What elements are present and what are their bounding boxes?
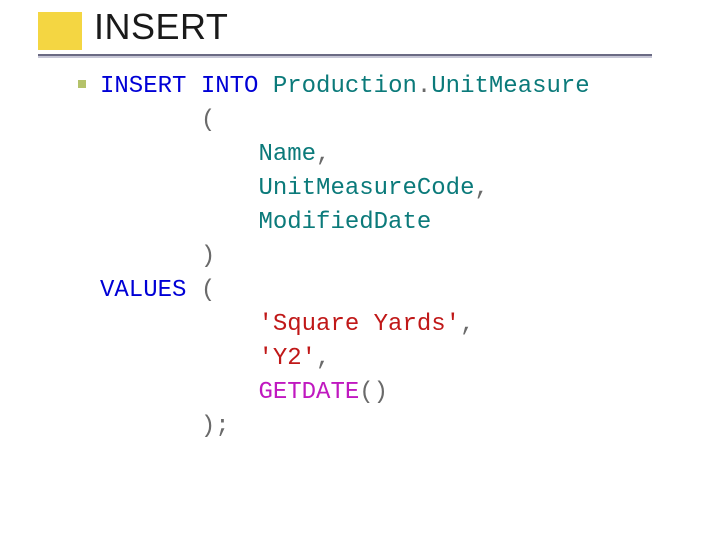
open-paren-2: (: [201, 277, 215, 304]
slide: INSERT INSERT INTO Production.UnitMeasur…: [0, 0, 720, 540]
column-name-2: UnitMeasureCode: [258, 175, 474, 202]
column-name-3: ModifiedDate: [258, 209, 431, 236]
schema-name: Production: [273, 73, 417, 100]
comma-4: ,: [316, 345, 330, 372]
title-accent-box: [38, 12, 82, 50]
string-literal-1: 'Square Yards': [258, 311, 460, 338]
title-rule-light: [38, 56, 652, 58]
function-parens: (): [359, 379, 388, 406]
comma-3: ,: [460, 311, 474, 338]
sql-code-block: INSERT INTO Production.UnitMeasure ( Nam…: [100, 70, 590, 444]
keyword-values: VALUES: [100, 277, 186, 304]
dot-operator: .: [417, 73, 431, 100]
close-paren: ): [201, 243, 215, 270]
keyword-insert: INSERT: [100, 73, 186, 100]
terminator: );: [201, 413, 230, 440]
function-getdate: GETDATE: [258, 379, 359, 406]
open-paren: (: [201, 107, 215, 134]
keyword-into: INTO: [201, 73, 259, 100]
string-literal-2: 'Y2': [258, 345, 316, 372]
column-name-1: Name: [258, 141, 316, 168]
bullet-icon: [78, 80, 86, 88]
comma-1: ,: [316, 141, 330, 168]
slide-title: INSERT: [94, 6, 228, 48]
comma-2: ,: [474, 175, 488, 202]
table-name: UnitMeasure: [431, 73, 589, 100]
